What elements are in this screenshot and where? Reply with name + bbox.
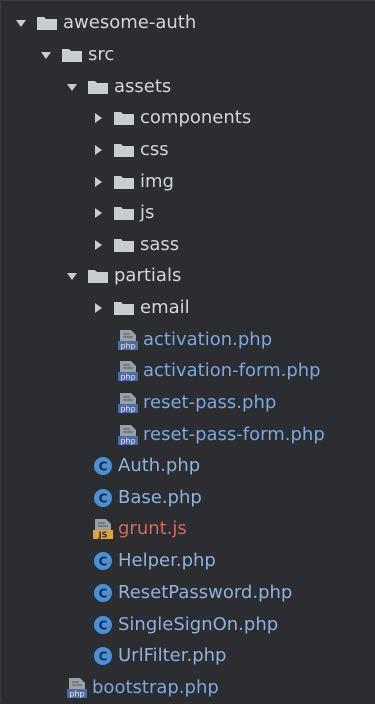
php-file-icon: php — [66, 677, 88, 699]
php-file-icon: php — [117, 392, 139, 414]
tree-item-label: reset-pass.php — [143, 392, 277, 413]
class-file-icon: C — [92, 550, 114, 572]
tree-item-label: grunt.js — [118, 518, 187, 539]
folder-icon — [114, 301, 134, 315]
tree-item-sass[interactable]: sass — [1, 229, 375, 261]
class-icon-text: C — [99, 492, 108, 506]
tree-item-grunt-js[interactable]: JS grunt.js — [1, 513, 375, 545]
js-file-icon: JS — [92, 518, 114, 540]
php-icon-text: php — [69, 690, 84, 699]
tree-item-label: SingleSignOn.php — [118, 614, 279, 635]
folder-icon — [88, 269, 108, 283]
tree-item-activation-form-php[interactable]: php activation-form.php — [1, 355, 375, 387]
tree-item-label: components — [140, 107, 252, 128]
js-icon-text: JS — [98, 531, 108, 540]
class-icon-text: C — [99, 460, 108, 474]
tree-item-components[interactable]: components — [1, 102, 375, 134]
tree-item-label: activation-form.php — [143, 360, 321, 381]
tree-item-label: UrlFilter.php — [118, 645, 227, 666]
tree-item-singlesignon-php[interactable]: C SingleSignOn.php — [1, 609, 375, 641]
php-file-icon: php — [117, 360, 139, 382]
chevron-right-icon[interactable] — [92, 112, 104, 124]
tree-item-label: awesome-auth — [63, 12, 197, 33]
tree-item-label: css — [140, 139, 169, 160]
folder-icon — [114, 111, 134, 125]
tree-item-label: activation.php — [143, 329, 273, 350]
php-icon-text: php — [120, 373, 135, 382]
tree-item-email[interactable]: email — [1, 292, 375, 324]
tree-item-label: sass — [140, 234, 180, 255]
class-icon-text: C — [99, 555, 108, 569]
class-file-icon: C — [92, 645, 114, 667]
tree-item-label: ResetPassword.php — [118, 582, 293, 603]
tree-item-bootstrap-php[interactable]: php bootstrap.php — [1, 672, 375, 704]
php-icon-text: php — [120, 405, 135, 414]
chevron-down-icon[interactable] — [40, 49, 52, 61]
chevron-right-icon[interactable] — [92, 302, 104, 314]
class-icon-text: C — [99, 587, 108, 601]
php-file-icon: php — [117, 329, 139, 351]
php-file-icon: php — [117, 424, 139, 446]
tree-item-reset-pass-form-php[interactable]: php reset-pass-form.php — [1, 419, 375, 451]
tree-item-label: src — [88, 44, 115, 65]
chevron-down-icon[interactable] — [66, 270, 78, 282]
tree-item-awesome-auth[interactable]: awesome-auth — [1, 7, 375, 39]
chevron-right-icon[interactable] — [92, 239, 104, 251]
tree-item-label: js — [140, 202, 155, 223]
tree-item-activation-php[interactable]: php activation.php — [1, 324, 375, 356]
php-icon-text: php — [120, 437, 135, 446]
class-file-icon: C — [92, 614, 114, 636]
chevron-right-icon[interactable] — [92, 144, 104, 156]
tree-item-urlfilter-php[interactable]: C UrlFilter.php — [1, 640, 375, 672]
chevron-down-icon[interactable] — [15, 17, 27, 29]
tree-item-label: email — [140, 297, 190, 318]
tree-item-helper-php[interactable]: C Helper.php — [1, 545, 375, 577]
project-tree: awesome-auth src assets components css i… — [0, 0, 375, 703]
tree-item-label: img — [140, 171, 174, 192]
tree-item-css[interactable]: css — [1, 134, 375, 166]
tree-item-reset-pass-php[interactable]: php reset-pass.php — [1, 387, 375, 419]
tree-item-label: bootstrap.php — [92, 677, 219, 698]
tree-item-label: Auth.php — [118, 455, 201, 476]
chevron-right-icon[interactable] — [92, 207, 104, 219]
folder-icon — [114, 143, 134, 157]
tree-item-label: Base.php — [118, 487, 202, 508]
tree-item-label: Helper.php — [118, 550, 216, 571]
folder-icon — [114, 175, 134, 189]
class-file-icon: C — [92, 487, 114, 509]
tree-item-assets[interactable]: assets — [1, 71, 375, 103]
tree-item-base-php[interactable]: C Base.php — [1, 482, 375, 514]
tree-item-label: reset-pass-form.php — [143, 424, 325, 445]
folder-icon — [114, 206, 134, 220]
class-file-icon: C — [92, 455, 114, 477]
tree-item-img[interactable]: img — [1, 166, 375, 198]
tree-item-partials[interactable]: partials — [1, 260, 375, 292]
tree-item-js[interactable]: js — [1, 197, 375, 229]
class-icon-text: C — [99, 619, 108, 633]
folder-icon — [88, 80, 108, 94]
tree-item-label: assets — [114, 76, 172, 97]
tree-item-label: partials — [114, 265, 182, 286]
folder-icon — [62, 48, 82, 62]
class-icon-text: C — [99, 650, 108, 664]
tree-item-auth-php[interactable]: C Auth.php — [1, 450, 375, 482]
folder-icon — [114, 238, 134, 252]
chevron-right-icon[interactable] — [92, 176, 104, 188]
class-file-icon: C — [92, 582, 114, 604]
folder-icon — [37, 16, 57, 30]
tree-item-src[interactable]: src — [1, 39, 375, 71]
php-icon-text: php — [120, 342, 135, 351]
tree-item-resetpassword-php[interactable]: C ResetPassword.php — [1, 577, 375, 609]
chevron-down-icon[interactable] — [66, 81, 78, 93]
